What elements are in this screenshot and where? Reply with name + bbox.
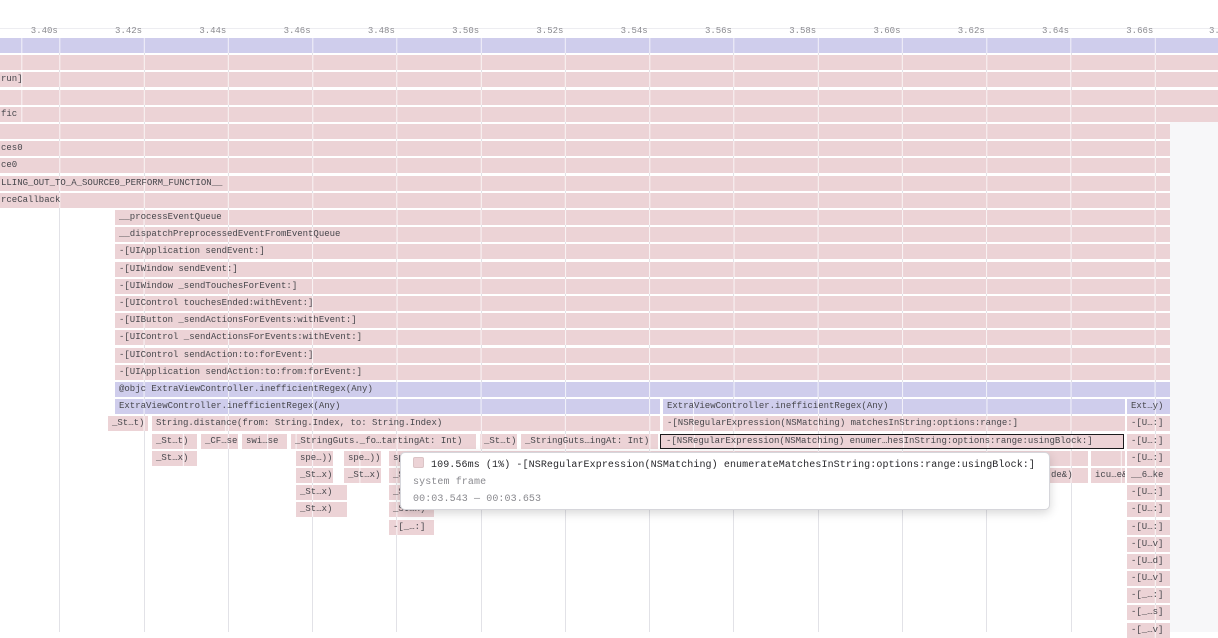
frame-bar[interactable]: __processEventQueue	[115, 210, 1170, 225]
frame-bar[interactable]: -[_…:]	[389, 520, 434, 535]
frame-bar[interactable]: _St…t)	[108, 416, 148, 431]
time-tick-label: 3.64s	[1009, 25, 1069, 37]
frame-bar[interactable]: -[UIButton _sendActionsForEvents:withEve…	[115, 313, 1170, 328]
frame-bar[interactable]: -[U…:]	[1127, 485, 1170, 500]
time-tick-label: 3.44s	[166, 25, 226, 37]
frame-bar[interactable]: Ext…y)	[1127, 399, 1170, 414]
time-tick-label: 3.40s	[0, 25, 58, 37]
frame-bar[interactable]: ce0	[0, 158, 1170, 173]
selected-frame-bar[interactable]: -[NSRegularExpression(NSMatching) enumer…	[660, 434, 1124, 449]
frame-bar[interactable]: -[U…:]	[1127, 416, 1170, 431]
frame-bar[interactable]	[0, 55, 1218, 70]
frame-bar[interactable]: _St…t)	[480, 434, 517, 449]
time-tick-label: 3.60s	[841, 25, 901, 37]
frame-bar[interactable]: ExtraViewController.inefficientRegex(Any…	[663, 399, 1125, 414]
frame-bar[interactable]: -[UIApplication sendEvent:]	[115, 244, 1170, 259]
time-tick-label: 3.54s	[588, 25, 648, 37]
frame-bar[interactable]: -[_…v]	[1127, 623, 1170, 638]
frame-bar[interactable]: -[UIControl _sendActionsForEvents:withEv…	[115, 330, 1170, 345]
frame-bar[interactable]: spe…))	[296, 451, 333, 466]
time-tick-label: 3.56s	[672, 25, 732, 37]
frame-bar[interactable]: @objc ExtraViewController.inefficientReg…	[115, 382, 1170, 397]
frame-bar[interactable]: _St…x)	[344, 468, 381, 483]
tooltip-frame-kind: system frame	[413, 474, 1037, 491]
frame-bar[interactable]: rceCallback	[0, 193, 1170, 208]
frame-bar[interactable]: ExtraViewController.inefficientRegex(Any…	[115, 399, 660, 414]
frame-bar[interactable]: -[UIApplication sendAction:to:from:forEv…	[115, 365, 1170, 380]
frame-bar[interactable]: icu…e&)	[1091, 468, 1125, 483]
frame-color-swatch-icon	[413, 457, 424, 468]
frame-bar[interactable]: -[U…v]	[1127, 537, 1170, 552]
frame-bar[interactable]: fic	[0, 107, 1218, 122]
frame-bar[interactable]: -[UIControl sendAction:to:forEvent:]	[115, 348, 1170, 363]
frame-bar[interactable]: _St…x)	[296, 468, 333, 483]
time-tick-label: 3.50s	[419, 25, 479, 37]
frame-bar[interactable]: -[UIWindow _sendTouchesForEvent:]	[115, 279, 1170, 294]
time-tick-label-partial: 3.	[1209, 25, 1218, 37]
frame-bar[interactable]: _StringGuts._fo…tartingAt: Int)	[291, 434, 476, 449]
frame-bar[interactable]: -[UIControl touchesEnded:withEvent:]	[115, 296, 1170, 311]
frame-bar[interactable]: -[NSRegularExpression(NSMatching) matche…	[663, 416, 1125, 431]
frame-bar[interactable]: -[U…:]	[1127, 502, 1170, 517]
frame-bar[interactable]: -[UIWindow sendEvent:]	[115, 262, 1170, 277]
frame-bar[interactable]	[1091, 451, 1125, 466]
frame-bar[interactable]	[0, 90, 1218, 105]
frame-bar[interactable]	[0, 124, 1170, 139]
frame-bar[interactable]: -[U…:]	[1127, 434, 1170, 449]
time-tick-label: 3.52s	[503, 25, 563, 37]
frame-bar[interactable]: LLING_OUT_TO_A_SOURCE0_PERFORM_FUNCTION_…	[0, 176, 1170, 191]
time-tick-label: 3.42s	[82, 25, 142, 37]
frame-bar[interactable]: __dispatchPreprocessedEventFromEventQueu…	[115, 227, 1170, 242]
frame-bar[interactable]: -[_…s]	[1127, 605, 1170, 620]
frame-bar[interactable]: -[_…:]	[1127, 588, 1170, 603]
frame-bar[interactable]: run]	[0, 72, 1218, 87]
frame-bar[interactable]	[0, 38, 1218, 53]
frame-bar[interactable]: __6…ke	[1127, 468, 1170, 483]
tooltip: 109.56ms (1%) -[NSRegularExpression(NSMa…	[400, 452, 1050, 510]
time-tick-label: 3.62s	[925, 25, 985, 37]
frame-bar[interactable]: String.distance(from: String.Index, to: …	[152, 416, 660, 431]
frame-bar[interactable]: de&)	[1045, 468, 1088, 483]
time-tick-label: 3.66s	[1093, 25, 1153, 37]
frame-bar[interactable]: _St…x)	[152, 451, 197, 466]
time-tick-label: 3.48s	[335, 25, 395, 37]
tooltip-title-line: 109.56ms (1%) -[NSRegularExpression(NSMa…	[413, 457, 1037, 474]
frame-bar[interactable]: ces0	[0, 141, 1170, 156]
frame-bar[interactable]: spe…))	[344, 451, 381, 466]
frame-bar[interactable]: -[U…d]	[1127, 554, 1170, 569]
flame-chart[interactable]: 3.40s 3.42s 3.44s 3.46s 3.48s 3.50s 3.52s 3.54s…	[0, 0, 1218, 632]
tooltip-title: 109.56ms (1%) -[NSRegularExpression(NSMa…	[431, 460, 1035, 471]
frame-bar[interactable]: _St…x)	[296, 485, 347, 500]
frame-bar[interactable]: -[U…:]	[1127, 520, 1170, 535]
frame-bar[interactable]: _St…t)	[152, 434, 197, 449]
tooltip-time-range: 00:03.543 — 00:03.653	[413, 491, 1037, 508]
time-tick-label: 3.46s	[251, 25, 311, 37]
frame-bar[interactable]: -[U…:]	[1127, 451, 1170, 466]
frame-bar[interactable]: -[U…v]	[1127, 571, 1170, 586]
frame-bar[interactable]: swi…se	[242, 434, 287, 449]
frame-bar[interactable]: _St…x)	[296, 502, 347, 517]
frame-bar[interactable]: _StringGuts…ingAt: Int)	[521, 434, 658, 449]
empty-track-area	[1170, 122, 1218, 632]
frame-bar[interactable]: _CF…se	[201, 434, 238, 449]
time-tick-label: 3.58s	[756, 25, 816, 37]
